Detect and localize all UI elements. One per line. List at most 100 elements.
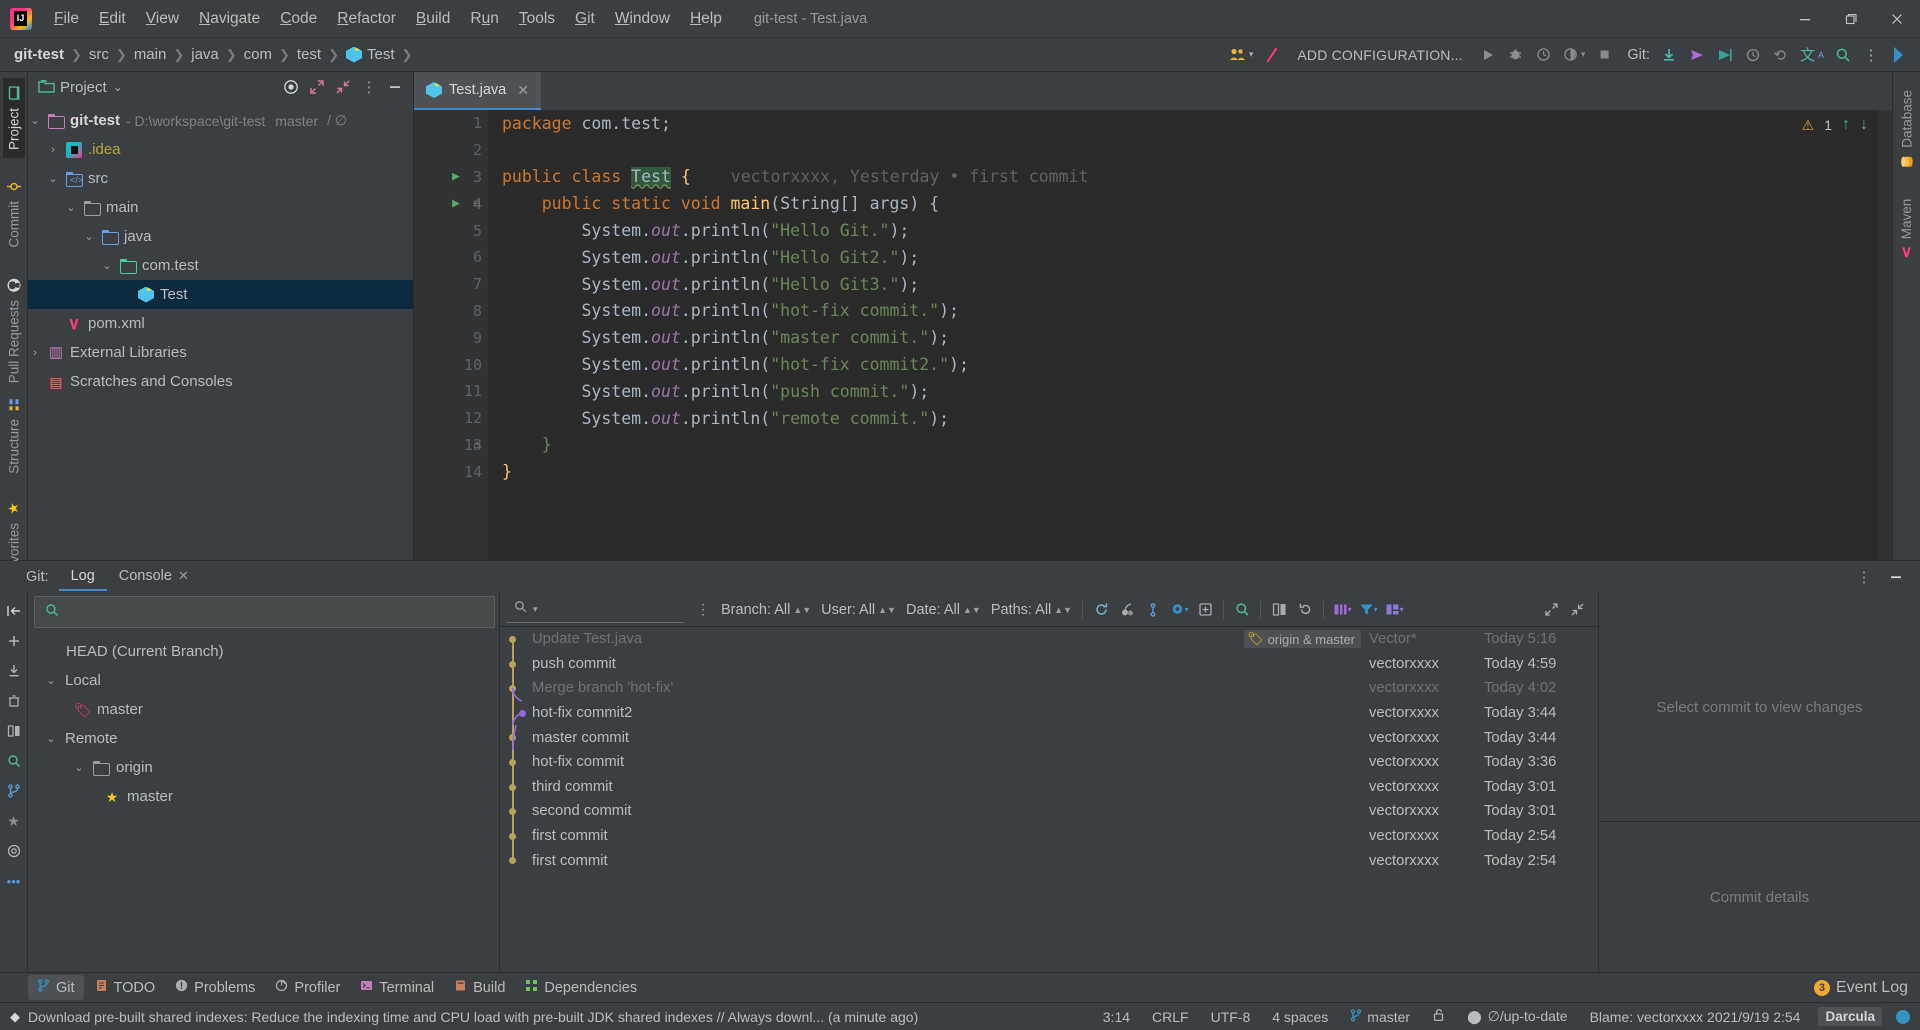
tree-node-com-test[interactable]: ⌄ com.test: [28, 251, 413, 280]
filter-icon[interactable]: ▾: [1355, 597, 1381, 623]
hide-panel-icon[interactable]: [1884, 565, 1908, 589]
refresh-icon[interactable]: [1088, 597, 1114, 623]
tree-node-git-test[interactable]: ⌄ git-test - D:\workspace\git-test maste…: [28, 106, 413, 135]
minimize-button[interactable]: [1782, 0, 1828, 38]
code-editor[interactable]: 1 2 3▶ 4▶⊟ 5 6 7 8 9 10 11 12 13⌂ 14: [414, 110, 1892, 560]
eye-icon[interactable]: ▾: [1166, 597, 1192, 623]
collapse-all-icon[interactable]: [331, 75, 355, 99]
chevron-down-icon[interactable]: ⌄: [82, 230, 96, 243]
options-icon[interactable]: ⋮: [1852, 565, 1876, 589]
bottom-tab-git[interactable]: Git: [28, 975, 84, 1000]
ide-feedback-icon[interactable]: [1886, 41, 1912, 69]
tree-node-Test[interactable]: · Test: [28, 280, 413, 309]
filter-branch[interactable]: Branch: All▲▼: [716, 602, 816, 618]
branch-node-local[interactable]: ⌄Local: [28, 666, 499, 695]
tab-log[interactable]: Log: [59, 563, 107, 591]
close-icon[interactable]: ✕: [178, 568, 189, 584]
fetch-icon[interactable]: [4, 661, 24, 681]
revert-icon[interactable]: [1292, 597, 1318, 623]
cherry-pick-icon[interactable]: [1114, 597, 1140, 623]
breadcrumb-item-src[interactable]: src: [83, 44, 115, 65]
tab-console[interactable]: Console✕: [107, 563, 201, 591]
editor-tab-Test-java[interactable]: Test.java ✕: [414, 72, 541, 110]
close-button[interactable]: [1874, 0, 1920, 38]
commit-button[interactable]: [1684, 41, 1710, 69]
chevron-down-icon[interactable]: ⌄: [44, 732, 58, 745]
branch-search-input[interactable]: [67, 604, 484, 620]
readonly-toggle-icon[interactable]: [1428, 1006, 1449, 1027]
indent-setting[interactable]: 4 spaces: [1268, 1007, 1332, 1027]
menu-build[interactable]: Build: [406, 6, 460, 32]
collapse-icon[interactable]: [1564, 597, 1590, 623]
target-icon[interactable]: [4, 841, 24, 861]
push-button[interactable]: [1712, 41, 1738, 69]
branch-node-origin-master[interactable]: ★master: [28, 782, 499, 811]
bottom-tab-profiler[interactable]: Profiler: [266, 975, 349, 1000]
menu-view[interactable]: View: [136, 6, 189, 32]
file-encoding[interactable]: UTF-8: [1207, 1007, 1255, 1027]
bottom-tab-terminal[interactable]: Terminal: [351, 975, 443, 1000]
code-text[interactable]: package com.test; public class Test {vec…: [488, 110, 1892, 560]
commit-row[interactable]: hot-fix commit2 vectorxxxx Today 3:44: [500, 701, 1598, 726]
previous-highlight-icon[interactable]: ↑: [1842, 116, 1850, 134]
commit-ref-label[interactable]: 🏷origin & master: [1244, 630, 1361, 648]
sidebar-item-database[interactable]: Database: [1896, 82, 1918, 177]
hide-panel-icon[interactable]: [383, 75, 407, 99]
menu-file[interactable]: File: [44, 6, 89, 32]
branch-node-origin[interactable]: ⌄origin: [28, 753, 499, 782]
chevron-down-icon[interactable]: ⌄: [64, 201, 78, 214]
editor-gutter[interactable]: 1 2 3▶ 4▶⊟ 5 6 7 8 9 10 11 12 13⌂ 14: [414, 110, 488, 560]
log-search-options-icon[interactable]: ⋮: [690, 597, 716, 623]
breadcrumb-item-test[interactable]: test: [291, 44, 327, 65]
menu-git[interactable]: Git: [565, 6, 605, 32]
commit-row[interactable]: first commit vectorxxxx Today 2:54: [500, 848, 1598, 873]
chevron-down-icon[interactable]: ⌄: [113, 80, 123, 94]
search-everywhere-icon[interactable]: [1830, 41, 1856, 69]
run-gutter-icon[interactable]: ▶: [452, 196, 460, 211]
commit-row[interactable]: master commit vectorxxxx Today 3:44: [500, 725, 1598, 750]
commit-row[interactable]: first commit vectorxxxx Today 2:54: [500, 824, 1598, 849]
status-message[interactable]: ◆ Download pre-built shared indexes: Red…: [10, 1009, 918, 1025]
delete-icon[interactable]: [4, 691, 24, 711]
ide-indicator-icon[interactable]: [1896, 1010, 1910, 1024]
menu-navigate[interactable]: Navigate: [189, 6, 270, 32]
expand-icon[interactable]: [1538, 597, 1564, 623]
branch-icon[interactable]: [4, 781, 24, 801]
log-search-box[interactable]: ▾: [506, 597, 684, 623]
search-everywhere-run-icon[interactable]: [1259, 41, 1285, 69]
sync-status[interactable]: ⬤ ∅/up-to-date: [1463, 1006, 1571, 1027]
commit-row[interactable]: second commit vectorxxxx Today 3:01: [500, 799, 1598, 824]
fold-end-icon[interactable]: ⌂: [473, 438, 480, 451]
tree-node-java[interactable]: ⌄ java: [28, 222, 413, 251]
sidebar-item-commit[interactable]: Commit: [3, 172, 25, 256]
commit-row[interactable]: Merge branch 'hot-fix' vectorxxxx Today …: [500, 676, 1598, 701]
filter-user[interactable]: User: All▲▼: [816, 602, 901, 618]
line-separator[interactable]: CRLF: [1148, 1007, 1193, 1027]
sidebar-item-pull-requests[interactable]: Pull Requests: [3, 270, 25, 391]
menu-window[interactable]: Window: [605, 6, 680, 32]
more-options-icon[interactable]: ⋮: [1858, 41, 1884, 69]
chevron-down-icon[interactable]: ⌄: [46, 172, 60, 185]
columns-icon[interactable]: ▾: [1329, 597, 1355, 623]
compare-icon[interactable]: [4, 721, 24, 741]
select-opened-file-icon[interactable]: [279, 75, 303, 99]
tree-node-idea[interactable]: › .idea: [28, 135, 413, 164]
add-icon[interactable]: [4, 631, 24, 651]
filter-paths[interactable]: Paths: All▲▼: [986, 602, 1077, 618]
caret-position[interactable]: 3:14: [1099, 1007, 1134, 1027]
menu-refactor[interactable]: Refactor: [327, 6, 406, 32]
run-with-coverage-button[interactable]: ▾: [1559, 41, 1590, 69]
branch-node-remote[interactable]: ⌄Remote: [28, 724, 499, 753]
branch-search-box[interactable]: [34, 596, 495, 628]
breadcrumb-item-com[interactable]: com: [238, 44, 278, 65]
gutter-line-run-class[interactable]: 3▶: [414, 164, 488, 191]
fold-collapse-icon[interactable]: ⊟: [473, 197, 480, 210]
branch-node-local-master[interactable]: 🏷master: [28, 695, 499, 724]
open-in-editor-icon[interactable]: [1192, 597, 1218, 623]
restore-button[interactable]: [1828, 0, 1874, 38]
chevron-down-icon[interactable]: ⌄: [44, 674, 58, 687]
branch-node-head[interactable]: HEAD (Current Branch): [28, 637, 499, 666]
branch-icon[interactable]: [1140, 597, 1166, 623]
find-icon[interactable]: [1229, 597, 1255, 623]
rollback-button[interactable]: [1768, 41, 1794, 69]
